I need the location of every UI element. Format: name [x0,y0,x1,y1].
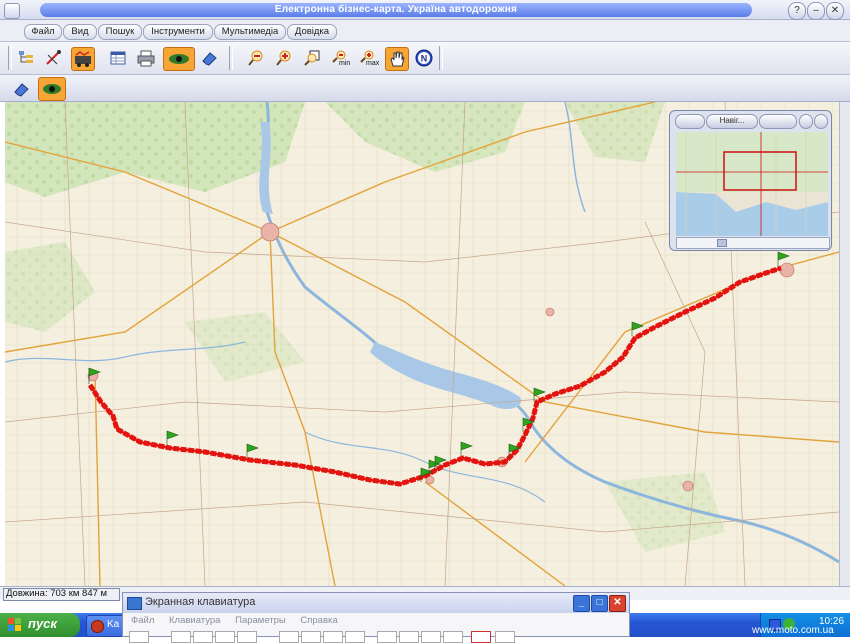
watermark: www.moto.com.ua [752,625,834,636]
route-length: Довжина: 703 км 847 м [6,588,108,599]
key-highlighted[interactable] [471,631,491,643]
eraser-icon-secondary[interactable] [10,78,32,100]
overview-pill-left[interactable] [675,114,705,129]
zoom-out-icon[interactable] [245,47,267,69]
title-bar: Електронна бізнес-карта. Україна автодор… [0,0,850,20]
taskbar-item[interactable]: Ka [86,615,124,637]
north-compass-icon[interactable]: N [413,47,435,69]
key[interactable] [171,631,191,643]
overview-header: Навіг... [673,113,828,129]
overview-pill-right[interactable] [759,114,797,129]
minimize-button[interactable]: – [807,2,825,20]
keyboard-menu-params[interactable]: Параметры [235,615,286,626]
window-title: Електронна бізнес-карта. Україна автодор… [274,4,518,15]
keyboard-menu-help[interactable]: Справка [300,615,337,626]
keyboard-menu: Файл Клавиатура Параметры Справка [123,613,629,629]
keyboard-minimize-button[interactable]: _ [573,595,590,612]
menu-help[interactable]: Довідка [287,24,337,40]
keyboard-menu-file[interactable]: Файл [131,615,154,626]
key[interactable] [399,631,419,643]
eraser-icon[interactable] [198,47,220,69]
table-tool-icon[interactable] [107,47,129,69]
key[interactable] [301,631,321,643]
map-scrollbar-vertical[interactable] [839,102,850,586]
zoom-max-icon[interactable]: max [357,47,381,69]
windows-logo-icon [8,618,21,631]
view-eye-icon[interactable] [163,47,195,71]
view-eye-icon-secondary[interactable] [38,77,66,101]
menu-search[interactable]: Пошук [98,24,142,40]
menu-tools[interactable]: Інструменти [143,24,213,40]
overview-scrollbar[interactable] [676,237,830,249]
toolbar-grip [8,46,12,70]
key[interactable] [193,631,213,643]
help-button[interactable]: ? [788,2,806,20]
keyboard-close-button[interactable]: ✕ [609,595,626,612]
overview-scroll-thumb[interactable] [717,239,727,247]
close-button[interactable]: ✕ [826,2,844,20]
svg-text:N: N [421,54,428,64]
title-box: Електронна бізнес-карта. Україна автодор… [40,3,752,17]
menu-multimedia[interactable]: Мультимедіа [214,24,286,40]
onscreen-keyboard-window[interactable]: Экранная клавиатура _ □ ✕ Файл Клавиатур… [122,592,630,643]
key[interactable] [495,631,515,643]
overview-map[interactable] [676,132,828,236]
pan-hand-icon[interactable] [385,47,409,71]
key[interactable] [443,631,463,643]
key[interactable] [279,631,299,643]
key[interactable] [323,631,343,643]
zoom-rect-icon[interactable] [301,47,323,69]
overview-title: Навіг... [706,114,758,129]
key[interactable] [421,631,441,643]
app-icon[interactable] [4,3,20,19]
zoom-min-label: min [339,60,351,67]
overview-button-b[interactable] [814,114,828,129]
secondary-toolbar [0,75,850,102]
route-tool-icon[interactable] [71,47,95,71]
main-toolbar: min max N [0,42,850,75]
menu-bar: Файл Вид Пошук Інструменти Мультимедіа Д… [0,20,850,42]
opera-icon [91,620,104,633]
start-button[interactable]: пуск [0,613,80,637]
keyboard-title: Экранная клавиатура [145,596,256,608]
zoom-min-icon[interactable]: min [329,47,353,69]
keyboard-title-bar: Экранная клавиатура _ □ ✕ [123,593,629,613]
zoom-max-label: max [366,60,380,67]
key[interactable] [237,631,257,643]
layers-tree-icon[interactable] [15,47,37,69]
key[interactable] [377,631,397,643]
zoom-in-icon[interactable] [273,47,295,69]
print-icon[interactable] [135,47,157,69]
key[interactable] [215,631,235,643]
taskbar-item-label: Ka [107,619,120,630]
keyboard-icon [127,597,142,610]
overview-button-a[interactable] [799,114,813,129]
menu-file[interactable]: Файл [24,24,62,40]
keyboard-maximize-button[interactable]: □ [591,595,608,612]
toolbar-grip-end [439,46,443,70]
toolbar-separator [229,46,233,70]
start-label: пуск [28,616,57,631]
menu-view[interactable]: Вид [63,24,97,40]
keyboard-menu-keyboard[interactable]: Клавиатура [169,615,220,626]
key[interactable] [129,631,149,643]
ruler-tool-icon[interactable] [43,47,65,69]
overview-panel[interactable]: Навіг... [669,110,832,251]
key[interactable] [345,631,365,643]
